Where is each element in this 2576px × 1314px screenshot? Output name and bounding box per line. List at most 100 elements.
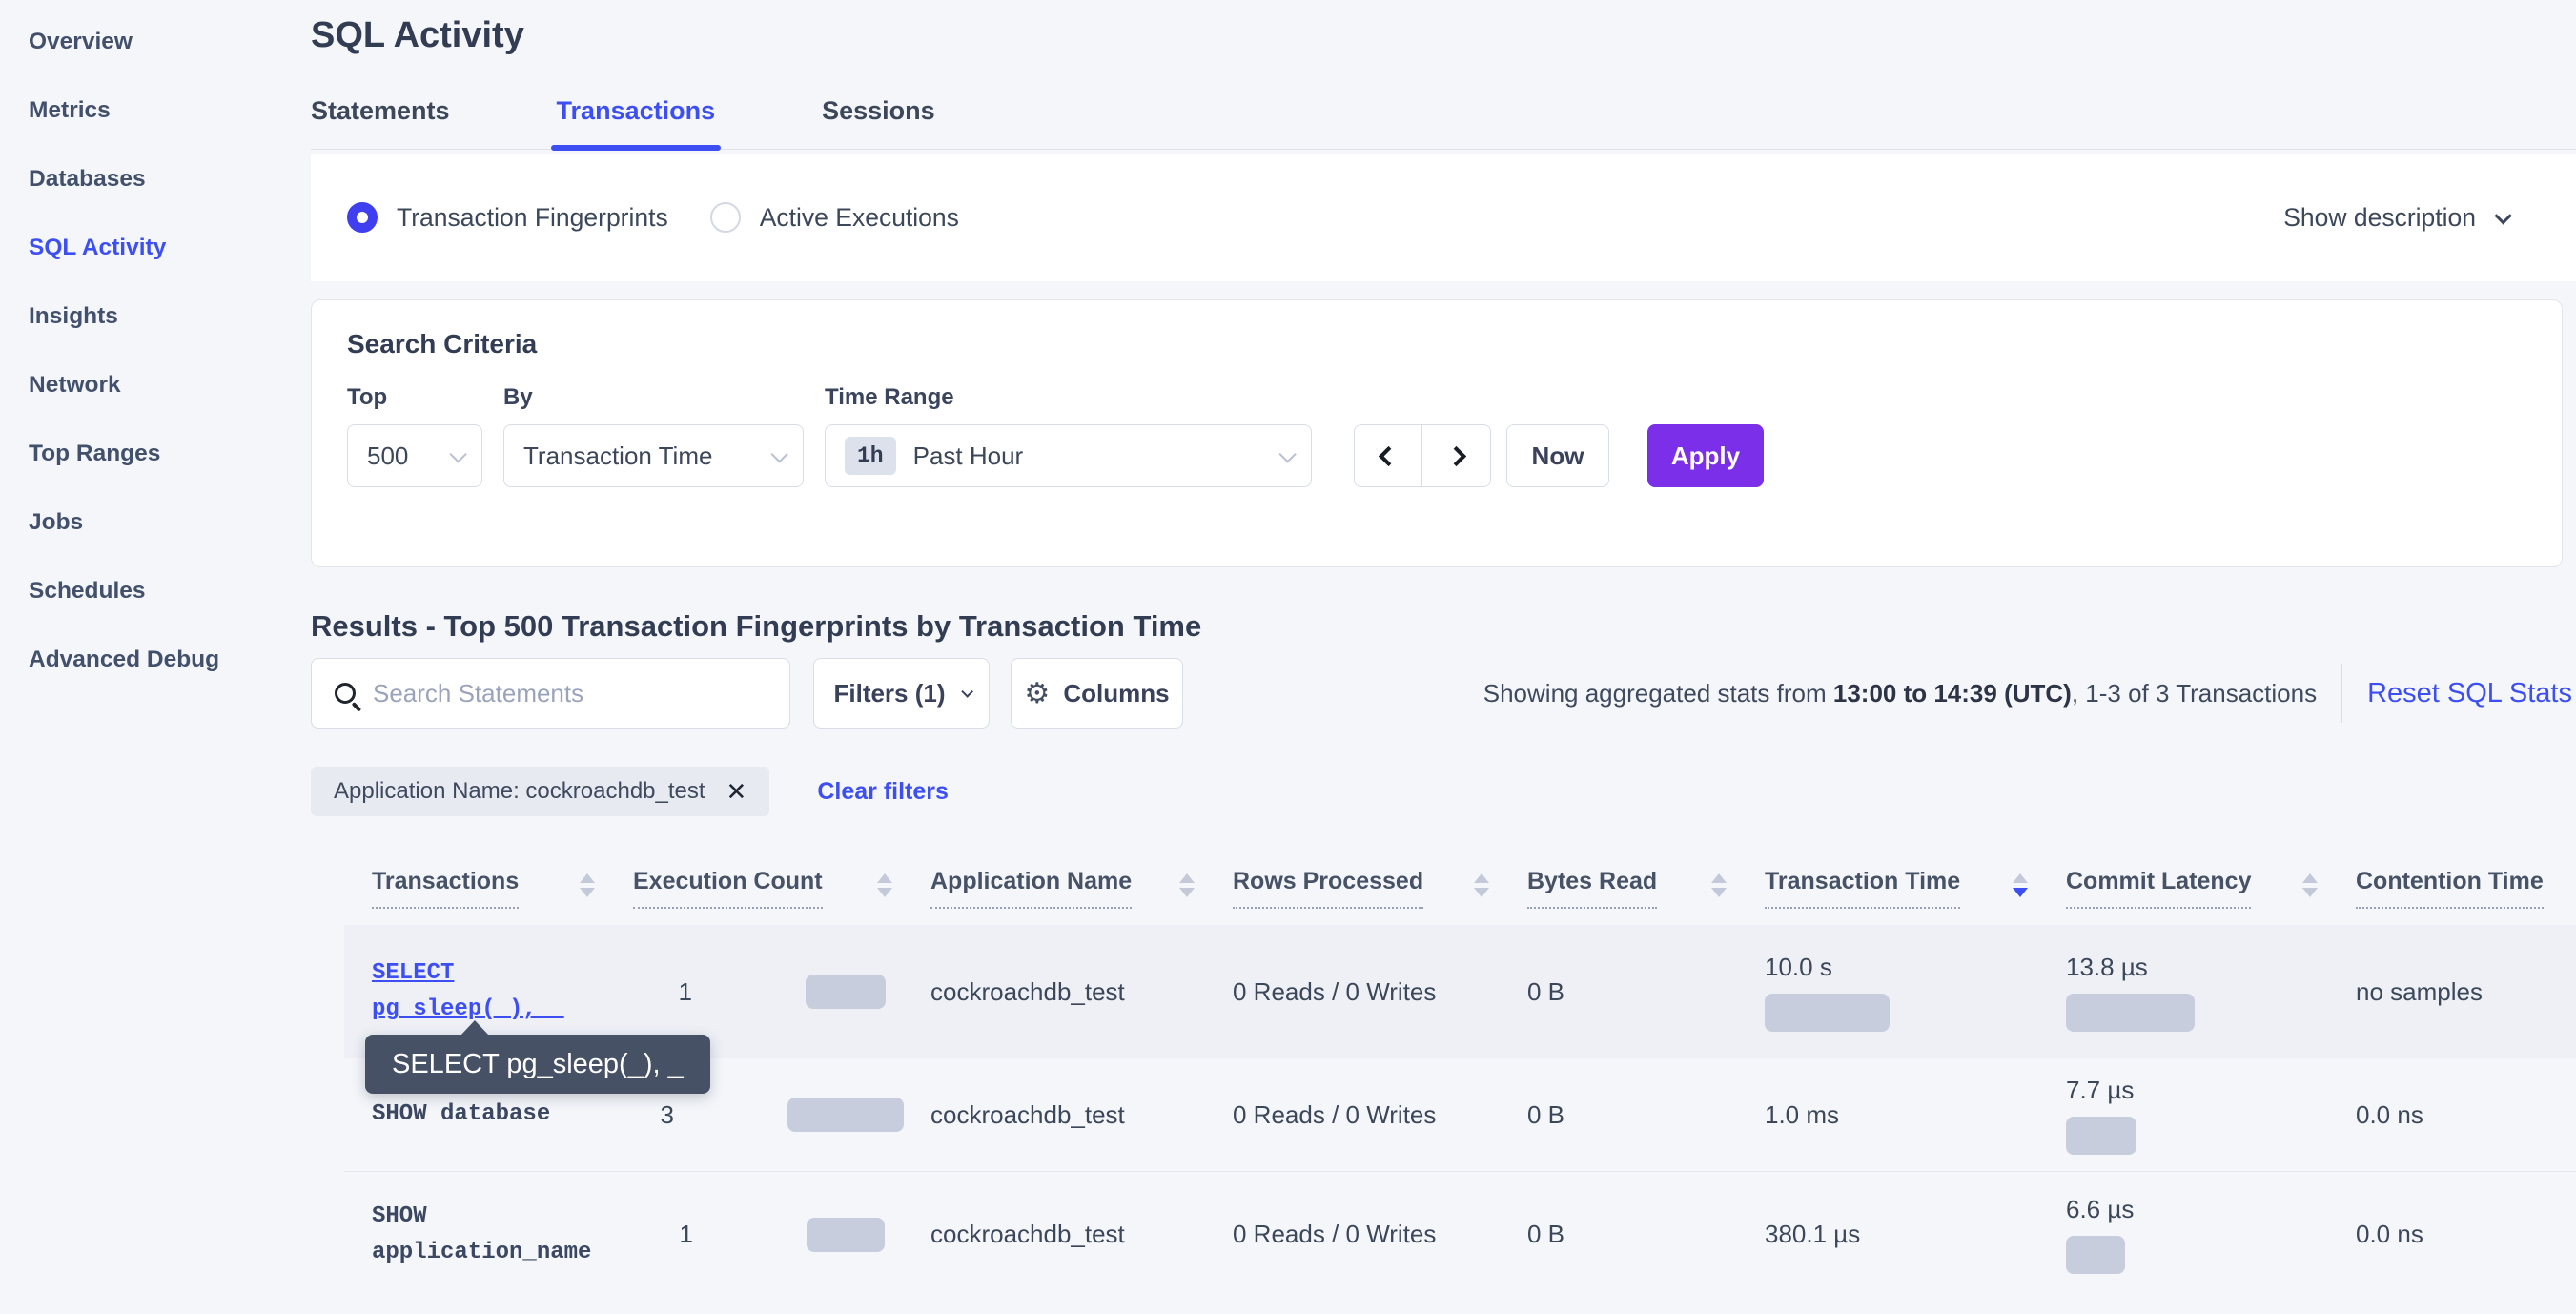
table-row[interactable]: SELECT pg_sleep(_), _ 1 cockroachdb_test…: [344, 925, 2576, 1058]
stats-area: Showing aggregated stats from 13:00 to 1…: [1483, 664, 2572, 723]
sidebar-item-jobs[interactable]: Jobs: [0, 488, 288, 557]
transaction-time-value: 1.0 ms: [1765, 1100, 2066, 1130]
execution-count-value: 1: [679, 977, 806, 1007]
caret-left-icon: [1378, 445, 1398, 465]
application-name-value: cockroachdb_test: [930, 1172, 1233, 1297]
column-header-bytes-read: Bytes Read: [1527, 868, 1765, 909]
commit-latency-value: 13.8 µs: [2066, 953, 2356, 982]
top-select[interactable]: 500: [347, 424, 482, 487]
bytes-read-value: 0 B: [1527, 1058, 1765, 1171]
main-content: SQL Activity Statements Transactions Ses…: [311, 0, 2576, 1314]
commit-latency-value: 7.7 µs: [2066, 1076, 2356, 1105]
sidebar-item-insights[interactable]: Insights: [0, 282, 288, 351]
time-range-select[interactable]: 1h Past Hour: [825, 424, 1312, 487]
radio-label: Active Executions: [760, 203, 959, 233]
radio-label: Transaction Fingerprints: [397, 203, 668, 233]
sidebar-item-advanced-debug[interactable]: Advanced Debug: [0, 626, 288, 694]
by-select-value: Transaction Time: [523, 441, 712, 471]
sidebar-item-sql-activity[interactable]: SQL Activity: [0, 214, 288, 282]
transaction-time-bar: [1765, 994, 1890, 1032]
sort-icon[interactable]: [877, 873, 892, 897]
contention-time-value: 0.0 ns: [2356, 1058, 2576, 1171]
chevron-down-icon: [449, 445, 466, 462]
tooltip-text: SELECT pg_sleep(_), _: [392, 1049, 684, 1080]
column-label[interactable]: Commit Latency: [2066, 868, 2251, 909]
search-criteria-controls: Top 500 By Transaction Time Time Range 1…: [347, 384, 2562, 487]
rows-processed-value: 0 Reads / 0 Writes: [1233, 1172, 1527, 1297]
tab-transactions[interactable]: Transactions: [557, 96, 716, 126]
transaction-fingerprint-link[interactable]: SHOW database: [372, 1097, 633, 1133]
radio-active-executions[interactable]: Active Executions: [710, 202, 959, 233]
application-name-value: cockroachdb_test: [930, 925, 1233, 1058]
stats-suffix: , 1-3 of 3 Transactions: [2072, 679, 2317, 708]
column-label[interactable]: Rows Processed: [1233, 868, 1423, 909]
column-label[interactable]: Execution Count: [633, 868, 823, 909]
chevron-down-icon: [1278, 445, 1296, 462]
search-statements-input[interactable]: [373, 679, 735, 708]
contention-time-value: 0.0 ns: [2356, 1172, 2576, 1297]
columns-label: Columns: [1063, 679, 1169, 708]
top-field: Top 500: [347, 384, 482, 487]
chevron-down-icon: [2494, 207, 2511, 224]
by-select[interactable]: Transaction Time: [503, 424, 804, 487]
time-range-value: Past Hour: [913, 441, 1024, 471]
now-button[interactable]: Now: [1506, 424, 1609, 487]
radio-transaction-fingerprints[interactable]: Transaction Fingerprints: [347, 202, 668, 233]
transaction-fingerprint-link[interactable]: SHOW application_name: [372, 1199, 633, 1271]
active-filters-row: Application Name: cockroachdb_test ✕ Cle…: [311, 767, 2576, 816]
sidebar: Overview Metrics Databases SQL Activity …: [0, 0, 288, 1314]
show-description-toggle[interactable]: Show description: [2283, 203, 2507, 233]
table-row[interactable]: SHOW application_name 1 cockroachdb_test…: [344, 1171, 2576, 1297]
sort-desc-icon[interactable]: [2013, 873, 2028, 897]
top-select-value: 500: [367, 441, 408, 471]
column-label[interactable]: Bytes Read: [1527, 868, 1657, 909]
columns-button[interactable]: ⚙ Columns: [1011, 658, 1183, 729]
time-range-label: Time Range: [825, 384, 1312, 411]
gear-icon: ⚙: [1024, 677, 1050, 710]
tab-statements[interactable]: Statements: [311, 96, 450, 126]
column-label[interactable]: Transaction Time: [1765, 868, 1960, 909]
sort-icon[interactable]: [1711, 873, 1727, 897]
application-name-value: cockroachdb_test: [930, 1058, 1233, 1171]
search-criteria-heading: Search Criteria: [347, 329, 2562, 359]
column-header-rows-processed: Rows Processed: [1233, 868, 1527, 909]
table-header-row: Transactions Execution Count Application…: [344, 868, 2576, 925]
filters-button[interactable]: Filters (1): [813, 658, 990, 729]
reset-sql-stats-link[interactable]: Reset SQL Stats: [2367, 678, 2572, 709]
tab-sessions[interactable]: Sessions: [822, 96, 935, 126]
stats-range: 13:00 to 14:39 (UTC): [1833, 679, 2072, 708]
transaction-fingerprint-link[interactable]: SELECT pg_sleep(_), _: [372, 955, 633, 1028]
execution-count-bar: [806, 975, 886, 1009]
sort-icon[interactable]: [1474, 873, 1489, 897]
column-label[interactable]: Transactions: [372, 868, 519, 909]
commit-latency-value: 6.6 µs: [2066, 1195, 2356, 1224]
sidebar-item-network[interactable]: Network: [0, 351, 288, 420]
sort-icon[interactable]: [2302, 873, 2318, 897]
filter-chip: Application Name: cockroachdb_test ✕: [311, 767, 769, 816]
filter-chip-label: Application Name: cockroachdb_test: [334, 778, 705, 805]
column-label[interactable]: Contention Time: [2356, 868, 2544, 909]
sidebar-item-metrics[interactable]: Metrics: [0, 76, 288, 145]
next-interval-button[interactable]: [1422, 425, 1490, 486]
column-label[interactable]: Application Name: [930, 868, 1132, 909]
close-icon[interactable]: ✕: [726, 779, 747, 804]
column-header-commit-latency: Commit Latency: [2066, 868, 2356, 909]
apply-button[interactable]: Apply: [1647, 424, 1764, 487]
sidebar-item-top-ranges[interactable]: Top Ranges: [0, 420, 288, 488]
sort-icon[interactable]: [1179, 873, 1195, 897]
time-range-field: Time Range 1h Past Hour: [825, 384, 1312, 487]
sidebar-item-schedules[interactable]: Schedules: [0, 557, 288, 626]
sort-icon[interactable]: [580, 873, 595, 897]
time-range-badge: 1h: [845, 437, 896, 475]
chevron-down-icon: [770, 445, 787, 462]
previous-interval-button[interactable]: [1355, 425, 1422, 486]
sidebar-item-databases[interactable]: Databases: [0, 145, 288, 214]
column-header-execution-count: Execution Count: [633, 868, 930, 909]
commit-latency-bar: [2066, 1236, 2125, 1274]
clear-filters-link[interactable]: Clear filters: [817, 778, 949, 806]
bytes-read-value: 0 B: [1527, 925, 1765, 1058]
chevron-down-icon: [961, 686, 973, 698]
sidebar-item-overview[interactable]: Overview: [0, 8, 288, 76]
search-statements-box: [311, 658, 790, 729]
commit-latency-bar: [2066, 1117, 2136, 1155]
